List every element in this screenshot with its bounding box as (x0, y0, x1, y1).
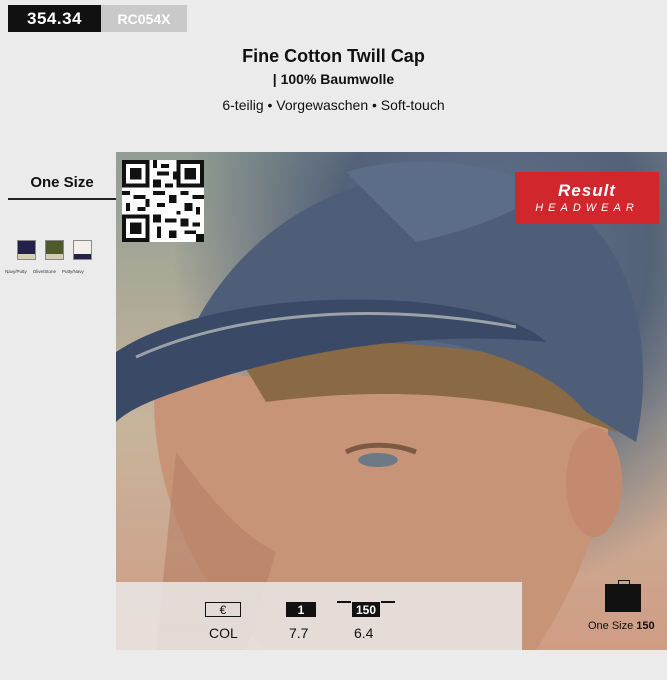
brand-subline: HEADWEAR (535, 202, 639, 214)
packaging-label: One Size 150 (588, 620, 655, 632)
color-swatch-olive-stone (45, 240, 64, 260)
model-code-badge: RC054X (101, 5, 187, 32)
carton-icon (605, 584, 641, 612)
packaging-size: One Size (588, 620, 634, 632)
price-tier-2: 6.4 (354, 625, 374, 641)
product-material: | 100% Baumwolle (272, 71, 395, 87)
quantity-tier-1: 1 (286, 602, 316, 617)
brand-logo: Result HEADWEAR (515, 172, 659, 224)
color-swatch-navy-putty (17, 240, 36, 260)
article-number-badge: 354.34 (8, 5, 101, 32)
brand-name: Result (558, 181, 616, 200)
tier-marker-right (381, 601, 395, 603)
qr-code-icon[interactable] (122, 160, 204, 242)
quantity-tier-2: 150 (352, 602, 380, 617)
currency-box: € (205, 602, 241, 617)
color-names: Navy/Putty Olive/Stone Putty/Navy (5, 269, 84, 274)
color-name: Olive/Stone (32, 269, 57, 274)
price-tier-1: 7.7 (289, 625, 309, 641)
price-panel (116, 582, 522, 650)
color-name: Putty/Navy (62, 269, 84, 274)
color-swatch-putty-navy (73, 240, 92, 260)
tier-marker-left (337, 601, 351, 603)
product-title: Fine Cotton Twill Cap (242, 46, 425, 66)
col-label: COL (209, 625, 238, 641)
packaging-count: 150 (636, 620, 655, 632)
product-features: 6-teilig • Vorgewaschen • Soft-touch (222, 97, 445, 113)
color-swatches (17, 240, 92, 260)
size-label: One Size (8, 166, 116, 200)
color-name: Navy/Putty (5, 269, 27, 274)
